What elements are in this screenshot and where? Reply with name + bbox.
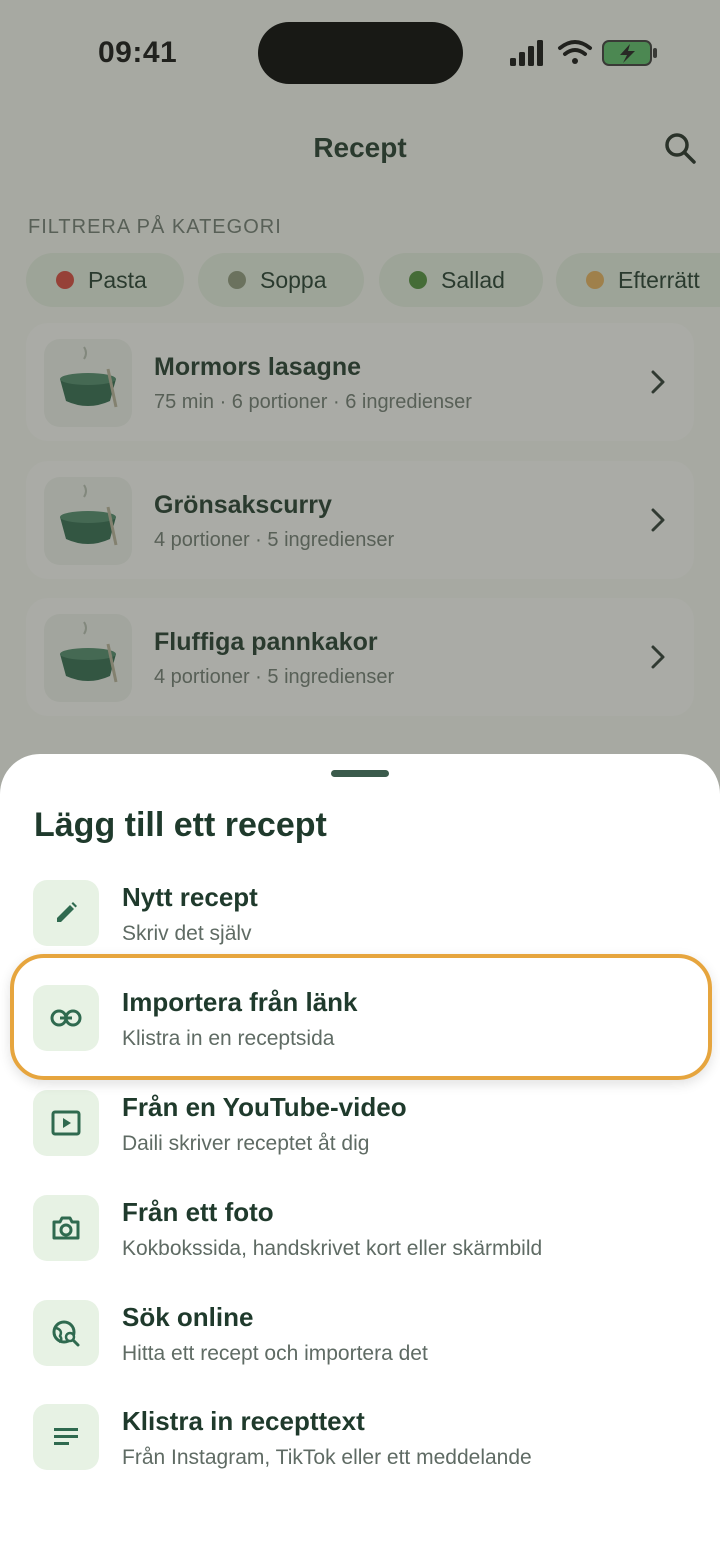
option-icon-box (33, 1090, 99, 1156)
option-icon-box (33, 1195, 99, 1261)
option-icon-box (33, 1404, 99, 1470)
video-play-icon (51, 1110, 81, 1136)
text-lines-icon (54, 1428, 78, 1445)
sheet-grabber[interactable] (331, 770, 389, 777)
sheet-title: Lägg till ett recept (34, 806, 327, 844)
globe-search-icon (52, 1320, 80, 1347)
option-subtitle: Daili skriver receptet åt dig (122, 1132, 370, 1155)
option-label: Nytt recept (122, 882, 258, 912)
pencil-icon (57, 902, 77, 922)
option-search-online[interactable]: Sök online Hitta ett recept och importer… (0, 1300, 720, 1400)
option-subtitle: Från Instagram, TikTok eller ett meddela… (122, 1446, 532, 1469)
add-recipe-sheet: Lägg till ett recept Nytt recept Skriv d… (0, 754, 720, 1564)
option-subtitle: Kokbokssida, handskrivet kort eller skär… (122, 1237, 543, 1260)
option-paste-text[interactable]: Klistra in recepttext Från Instagram, Ti… (0, 1404, 720, 1504)
option-icon-box (33, 880, 99, 946)
option-subtitle: Hitta ett recept och importera det (122, 1342, 428, 1365)
option-label: Sök online (122, 1302, 254, 1332)
option-subtitle: Skriv det själv (122, 922, 252, 945)
camera-icon (52, 1216, 80, 1240)
option-youtube-video[interactable]: Från en YouTube-video Daili skriver rece… (0, 1090, 720, 1190)
option-label: Klistra in recepttext (122, 1406, 365, 1436)
option-label: Från ett foto (122, 1197, 274, 1227)
option-icon-box (33, 1300, 99, 1366)
highlight-ring (10, 954, 712, 1080)
option-label: Från en YouTube-video (122, 1092, 407, 1122)
option-photo[interactable]: Från ett foto Kokbokssida, handskrivet k… (0, 1195, 720, 1295)
